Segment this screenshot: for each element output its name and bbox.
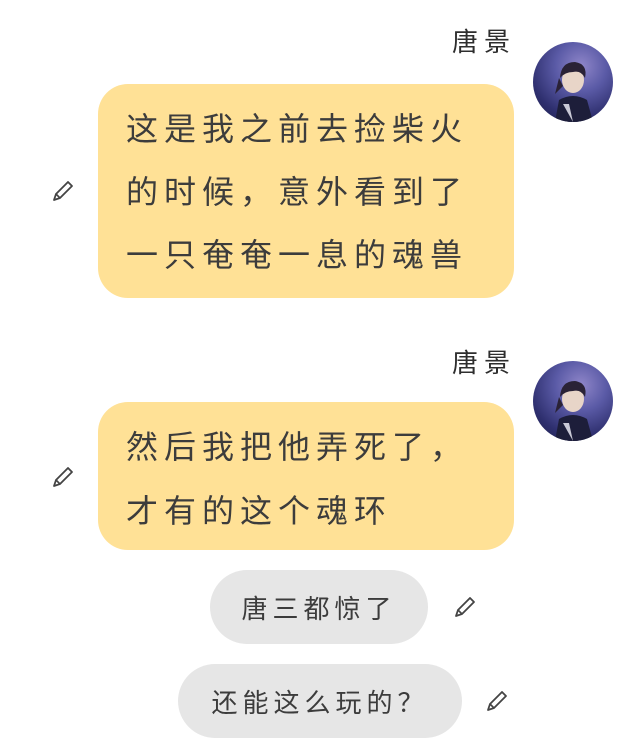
message-bubble[interactable]: 然后我把他弄死了， 才有的这个魂环 — [98, 402, 514, 550]
message-line: 一只奄奄一息的魂兽 — [126, 236, 469, 274]
message-line: 的时候，意外看到了 — [126, 173, 469, 211]
pencil-icon[interactable] — [50, 464, 76, 490]
avatar[interactable] — [533, 361, 613, 441]
pencil-icon[interactable] — [50, 178, 76, 204]
sender-name: 唐景 — [452, 28, 517, 58]
avatar-icon — [555, 62, 593, 122]
message-bubble[interactable]: 还能这么玩的？ — [178, 664, 462, 738]
pencil-icon[interactable] — [484, 688, 510, 714]
message-text: 唐三都惊了 — [241, 594, 397, 625]
message-bubble[interactable]: 这是我之前去捡柴火 的时候，意外看到了 一只奄奄一息的魂兽 — [98, 84, 514, 298]
message-text: 还能这么玩的？ — [211, 688, 429, 719]
sender-name: 唐景 — [452, 349, 517, 379]
message-line: 然后我把他弄死了， — [126, 428, 469, 466]
pencil-icon[interactable] — [452, 594, 478, 620]
avatar-icon — [555, 381, 593, 441]
avatar[interactable] — [533, 42, 613, 122]
message-line: 才有的这个魂环 — [126, 492, 393, 530]
message-line: 这是我之前去捡柴火 — [126, 110, 469, 148]
message-bubble[interactable]: 唐三都惊了 — [210, 570, 428, 644]
